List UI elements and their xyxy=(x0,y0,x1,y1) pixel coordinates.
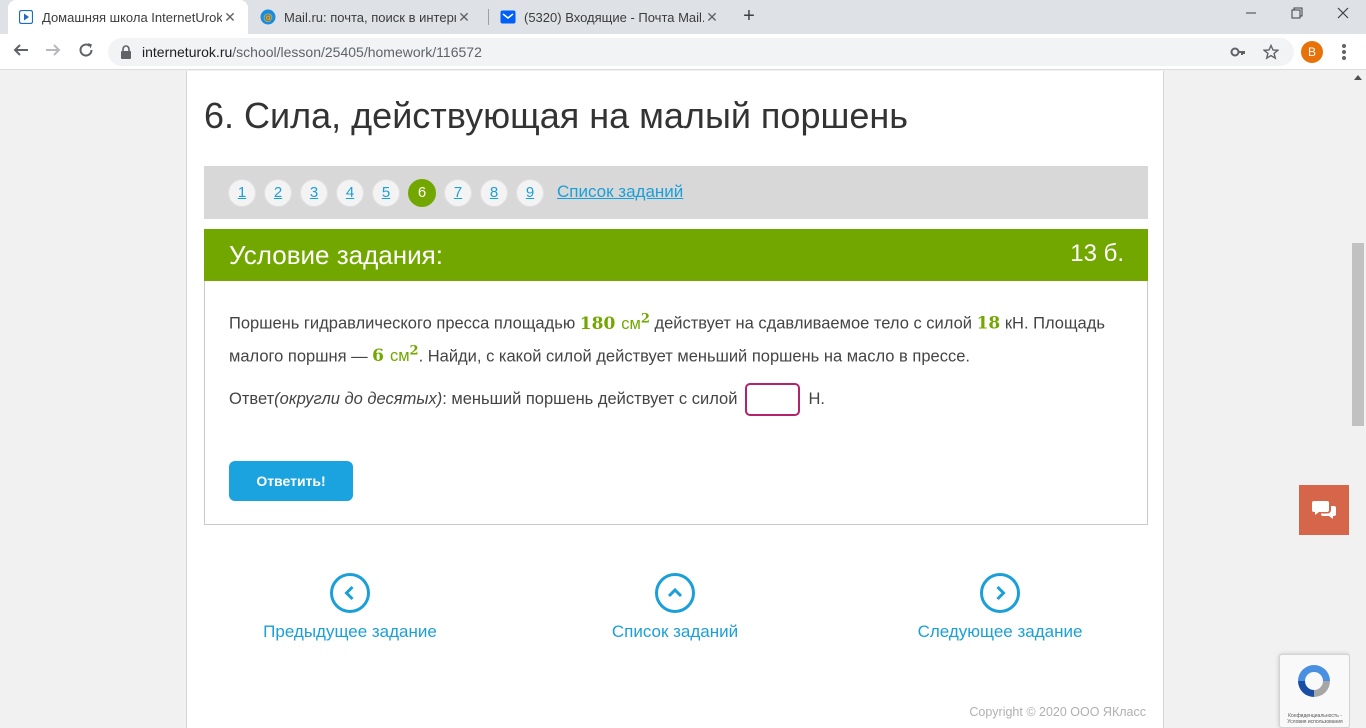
close-tab-icon[interactable]: ✕ xyxy=(222,9,238,26)
big-piston-area: 180 см2 xyxy=(579,311,650,334)
task-list-link[interactable]: Список заданий xyxy=(557,182,683,202)
task-card: Условие задания: 13 б. Поршень гидравлич… xyxy=(204,229,1148,525)
browser-tab-bar: Домашняя школа InternetUrok.ru ✕ @ Mail.… xyxy=(0,0,1366,34)
task-score: 13 б. xyxy=(1070,240,1124,267)
close-tab-icon[interactable]: ✕ xyxy=(456,9,472,26)
prev-task-link[interactable]: Предыдущее задание xyxy=(230,573,470,642)
browser-tab-mailru[interactable]: @ Mail.ru: почта, поиск в интернете ✕ xyxy=(250,0,482,34)
forward-icon[interactable] xyxy=(40,39,66,65)
power-2: 2 xyxy=(640,311,650,326)
chevron-left-icon xyxy=(330,573,370,613)
minimize-icon[interactable] xyxy=(1228,0,1274,32)
tab-title: Домашняя школа InternetUrok.ru xyxy=(42,9,222,25)
chevron-up-icon xyxy=(655,573,695,613)
copyright: Copyright © 2020 ООО ЯКласс xyxy=(969,705,1146,719)
svg-text:@: @ xyxy=(263,13,273,24)
pager-item-1[interactable]: 1 xyxy=(228,179,256,207)
page-scrollbar[interactable] xyxy=(1350,71,1366,728)
pager-item-7[interactable]: 7 xyxy=(444,179,472,207)
next-task-label: Следующее задание xyxy=(917,622,1083,641)
pager-item-2[interactable]: 2 xyxy=(264,179,292,207)
answer-unit: Н. xyxy=(808,389,825,408)
task-list-nav-link[interactable]: Список заданий xyxy=(555,573,795,642)
lock-icon xyxy=(120,45,132,64)
answer-prefix: Ответ xyxy=(229,389,275,408)
area-value: 180 xyxy=(579,313,616,334)
page-title: 6. Сила, действующая на малый поршень xyxy=(204,95,909,136)
at-icon: @ xyxy=(260,9,276,25)
answer-hint: (округли до десятых) xyxy=(274,389,443,408)
envelope-icon xyxy=(500,9,516,25)
scroll-up-arrow-icon[interactable] xyxy=(1354,75,1362,80)
area-value: 6 xyxy=(372,346,385,367)
browser-tab-interneturok[interactable]: Домашняя школа InternetUrok.ru ✕ xyxy=(8,0,248,34)
task-list-label: Список заданий xyxy=(611,622,739,641)
pager-item-6-current[interactable]: 6 xyxy=(408,179,436,207)
chat-icon xyxy=(1312,501,1336,519)
url-path: /school/lesson/25405/homework/116572 xyxy=(232,44,482,60)
back-icon[interactable] xyxy=(8,39,34,65)
pager-item-4[interactable]: 4 xyxy=(336,179,364,207)
unit-text: см xyxy=(389,347,410,366)
text-part: . Найди, с какой силой действует меньший… xyxy=(418,347,970,366)
pager-item-9[interactable]: 9 xyxy=(516,179,544,207)
reload-icon[interactable] xyxy=(73,39,99,65)
answer-suffix: : меньший поршень действует с силой xyxy=(442,389,738,408)
close-window-icon[interactable] xyxy=(1320,0,1366,32)
page-viewport: 6. Сила, действующая на малый поршень 1 … xyxy=(0,71,1350,728)
close-tab-icon[interactable]: ✕ xyxy=(704,9,720,26)
text-part: действует на сдавливаемое тело с силой xyxy=(649,314,977,333)
pager-item-3[interactable]: 3 xyxy=(300,179,328,207)
chat-button[interactable] xyxy=(1299,485,1349,535)
browser-tab-mail-inbox[interactable]: (5320) Входящие - Почта Mail.ru ✕ xyxy=(490,0,730,34)
answer-line: Ответ (округли до десятых): меньший порш… xyxy=(229,382,825,416)
star-icon[interactable] xyxy=(1262,43,1280,64)
text-part: Поршень гидравлического пресса площадью xyxy=(229,314,580,333)
pager-item-5[interactable]: 5 xyxy=(372,179,400,207)
url-text: interneturok.ru/school/lesson/25405/home… xyxy=(142,44,482,60)
recaptcha-privacy-text: Конфиденциальность - Условия использован… xyxy=(1287,713,1343,725)
prev-task-label: Предыдущее задание xyxy=(263,622,437,641)
key-icon[interactable] xyxy=(1230,44,1246,64)
browser-toolbar: interneturok.ru/school/lesson/25405/home… xyxy=(0,34,1366,70)
scroll-thumb[interactable] xyxy=(1352,243,1364,426)
content-panel: 6. Сила, действующая на малый поршень 1 … xyxy=(186,71,1164,728)
small-piston-area: 6 см2 xyxy=(372,343,419,367)
submit-answer-button[interactable]: Ответить! xyxy=(229,461,353,501)
url-host: interneturok.ru xyxy=(142,44,233,60)
tab-separator xyxy=(488,9,489,25)
chevron-right-icon xyxy=(980,573,1020,613)
unit-text: см xyxy=(621,314,641,333)
task-header-title: Условие задания: xyxy=(229,240,443,270)
browser-menu-icon[interactable] xyxy=(1334,42,1354,62)
play-icon xyxy=(18,9,34,25)
tab-title: Mail.ru: почта, поиск в интернете xyxy=(284,9,456,25)
tab-title: (5320) Входящие - Почта Mail.ru xyxy=(524,9,704,25)
recaptcha-badge[interactable]: Конфиденциальность - Условия использован… xyxy=(1279,654,1350,728)
pager-item-8[interactable]: 8 xyxy=(480,179,508,207)
next-task-link[interactable]: Следующее задание xyxy=(880,573,1120,642)
task-header: Условие задания: 13 б. xyxy=(204,229,1148,281)
answer-input[interactable] xyxy=(745,382,801,416)
force-value: 18 xyxy=(976,313,1001,334)
restore-icon[interactable] xyxy=(1274,0,1320,32)
task-pager: 1 2 3 4 5 6 7 8 9 Список заданий xyxy=(204,166,1148,219)
new-tab-button[interactable]: + xyxy=(738,5,760,27)
address-bar[interactable]: interneturok.ru/school/lesson/25405/home… xyxy=(108,38,1294,66)
task-condition-text: Поршень гидравлического пресса площадью … xyxy=(229,305,1129,370)
power-2: 2 xyxy=(409,343,419,359)
profile-avatar[interactable]: В xyxy=(1301,41,1323,63)
recaptcha-icon xyxy=(1294,661,1334,706)
